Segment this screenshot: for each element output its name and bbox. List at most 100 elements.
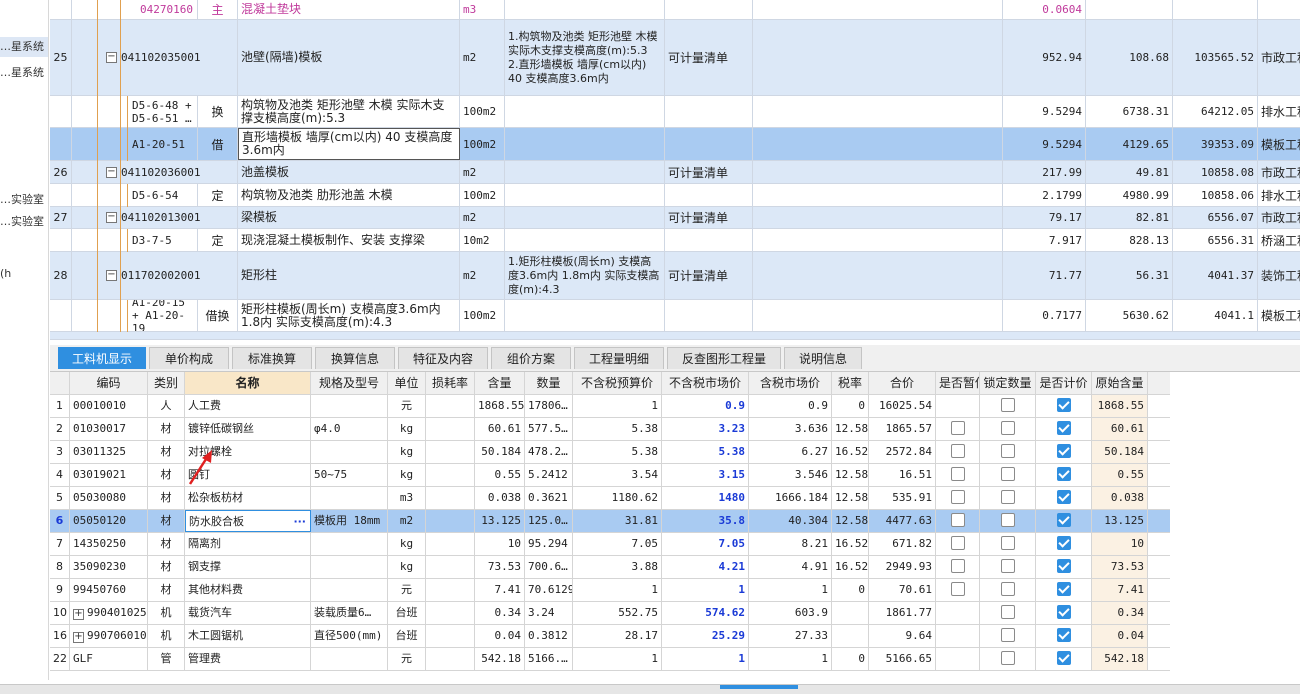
estimate-checkbox[interactable]	[950, 467, 965, 481]
material-name[interactable]: 管理费	[185, 648, 311, 670]
collapse-toggle-icon[interactable]: −	[106, 212, 117, 223]
bill-row[interactable]: A1-20-51 借直形墙模板 墙厚(cm以内) 40 支模高度3.6m内 100m…	[50, 128, 1300, 161]
lock-qty-checkbox[interactable]	[1000, 651, 1015, 665]
material-row[interactable]: 3 03011325 材对拉螺栓 kg 50.184 478.2… 5.38 5.38 6.27…	[50, 441, 1170, 464]
material-market[interactable]: 5.38	[662, 441, 749, 463]
item-feature[interactable]	[505, 184, 665, 206]
material-market[interactable]: 3.23	[662, 418, 749, 440]
material-spec[interactable]	[311, 395, 388, 417]
item-name[interactable]: 矩形柱模板(周长m) 支模高度3.6m内 1.8内 实际支模高度(m):4.3	[238, 300, 460, 331]
material-content[interactable]: 542.18	[475, 648, 525, 670]
material-content[interactable]: 7.41	[475, 579, 525, 601]
priced-checkbox[interactable]	[1056, 651, 1071, 665]
priced-checkbox[interactable]	[1056, 536, 1071, 550]
material-spec[interactable]	[311, 579, 388, 601]
item-code[interactable]: A1-20-15 + A1-20-19	[72, 300, 198, 331]
material-row[interactable]: 6 05050120 材防水胶合板 ··· 模板用 18mm m2 13.125 125.0……	[50, 510, 1170, 533]
tab-5[interactable]: 组价方案	[491, 347, 571, 369]
tab-3[interactable]: 换算信息	[315, 347, 395, 369]
material-row[interactable]: 10 +990401025 机载货汽车 装载质量6… 台班 0.34 3.24 552.75 5…	[50, 602, 1170, 625]
item-feature[interactable]	[505, 96, 665, 127]
collapse-toggle-icon[interactable]: −	[106, 166, 117, 178]
column-header[interactable]: 规格及型号	[311, 372, 388, 394]
material-name[interactable]: 其他材料费	[185, 579, 311, 601]
column-header[interactable]: 数量	[525, 372, 573, 394]
material-name[interactable]: 人工费	[185, 395, 311, 417]
material-content[interactable]: 0.55	[475, 464, 525, 486]
material-market[interactable]: 3.15	[662, 464, 749, 486]
priced-checkbox[interactable]	[1056, 628, 1071, 642]
material-name[interactable]: 木工圆锯机	[185, 625, 311, 647]
column-header[interactable]: 税率	[832, 372, 869, 394]
item-code[interactable]: D3-7-5	[72, 229, 198, 251]
collapse-toggle-icon[interactable]: −	[106, 270, 117, 281]
material-spec[interactable]: 直径500(mm)	[311, 625, 388, 647]
bill-row[interactable]: D5-6-48 + D5-6-51 … 换构筑物及池类 矩形池壁 木模 实际木支撑…	[50, 96, 1300, 128]
tab-8[interactable]: 说明信息	[784, 347, 862, 369]
tab-0[interactable]: 工料机显示	[58, 347, 146, 369]
tab-1[interactable]: 单价构成	[149, 347, 229, 369]
material-content[interactable]: 50.184	[475, 441, 525, 463]
ellipsis-button[interactable]: ···	[293, 511, 306, 531]
lock-qty-checkbox[interactable]	[1000, 605, 1015, 619]
item-feature[interactable]: 1.构筑物及池类 矩形池壁 木模 实际木支撑支模高度(m):5.3 2.直形墙模…	[505, 20, 665, 95]
material-spec[interactable]: 模板用 18mm	[311, 510, 388, 532]
column-header[interactable]: 是否计价	[1036, 372, 1092, 394]
lock-qty-checkbox[interactable]	[1000, 467, 1015, 481]
material-content[interactable]: 1868.55	[475, 395, 525, 417]
bill-row[interactable]: D5-6-54 定构筑物及池类 肋形池盖 木模 100m2 2.1799 4980.99…	[50, 184, 1300, 207]
priced-checkbox[interactable]	[1056, 444, 1071, 458]
item-name[interactable]: 构筑物及池类 矩形池壁 木模 实际木支撑支模高度(m):5.3	[238, 96, 460, 127]
lock-qty-checkbox[interactable]	[1000, 582, 1015, 596]
item-name[interactable]: 现浇混凝土模板制作、安装 支撑梁	[238, 229, 460, 251]
priced-checkbox[interactable]	[1056, 398, 1071, 412]
estimate-checkbox[interactable]	[950, 536, 965, 550]
estimate-checkbox[interactable]	[950, 513, 965, 527]
lock-qty-checkbox[interactable]	[1000, 536, 1015, 550]
material-spec[interactable]: 装载质量6…	[311, 602, 388, 624]
material-spec[interactable]	[311, 533, 388, 555]
column-header[interactable]: 含税市场价	[749, 372, 832, 394]
priced-checkbox[interactable]	[1056, 605, 1071, 619]
estimate-checkbox[interactable]	[950, 490, 965, 504]
left-panel-item[interactable]: 实验室…	[0, 212, 48, 232]
material-market[interactable]: 0.9	[662, 395, 749, 417]
material-market[interactable]: 574.62	[662, 602, 749, 624]
material-name[interactable]: 镀锌低碳钢丝	[185, 418, 311, 440]
material-spec[interactable]: 50~75	[311, 464, 388, 486]
estimate-checkbox[interactable]	[950, 559, 965, 573]
estimate-checkbox[interactable]	[950, 444, 965, 458]
lock-qty-checkbox[interactable]	[1000, 421, 1015, 435]
material-content[interactable]: 73.53	[475, 556, 525, 578]
material-name[interactable]: 隔离剂	[185, 533, 311, 555]
item-code[interactable]: D5-6-48 + D5-6-51 …	[72, 96, 198, 127]
material-name[interactable]: 对拉螺栓	[185, 441, 311, 463]
item-feature[interactable]	[505, 229, 665, 251]
material-market[interactable]: 1	[662, 648, 749, 670]
item-code[interactable]: D5-6-54	[72, 184, 198, 206]
column-header[interactable]: 原始含量	[1092, 372, 1148, 394]
left-panel-item[interactable]: 实验室…	[0, 190, 48, 210]
column-header[interactable]: 不含税市场价	[662, 372, 749, 394]
material-market[interactable]: 4.21	[662, 556, 749, 578]
priced-checkbox[interactable]	[1056, 490, 1071, 504]
item-name[interactable]: 梁模板	[238, 207, 460, 228]
column-header[interactable]: 是否暂估	[936, 372, 980, 394]
expand-toggle-icon[interactable]: +	[73, 632, 84, 643]
material-spec[interactable]	[311, 487, 388, 509]
column-header[interactable]: 不含税预算价	[573, 372, 662, 394]
item-code[interactable]: 04270160	[72, 0, 198, 19]
material-name[interactable]: 载货汽车	[185, 602, 311, 624]
item-feature[interactable]	[505, 128, 665, 160]
lock-qty-checkbox[interactable]	[1000, 513, 1015, 527]
lock-qty-checkbox[interactable]	[1000, 490, 1015, 504]
column-header[interactable]: 损耗率	[426, 372, 475, 394]
material-market[interactable]: 1480	[662, 487, 749, 509]
material-row[interactable]: 1 00010010 人人工费元 1868.55 17806… 1 0.9 0.9 0 16025…	[50, 395, 1170, 418]
item-name[interactable]: 构筑物及池类 肋形池盖 木模	[238, 184, 460, 206]
item-name[interactable]: 池盖模板	[238, 161, 460, 183]
left-panel-item[interactable]: h)	[0, 264, 48, 284]
column-header[interactable]: 名称	[185, 372, 311, 394]
column-header[interactable]: 合价	[869, 372, 936, 394]
material-row[interactable]: 2 01030017 材镀锌低碳钢丝 φ4.0 kg 60.61 577.5… 5.38 3.2…	[50, 418, 1170, 441]
